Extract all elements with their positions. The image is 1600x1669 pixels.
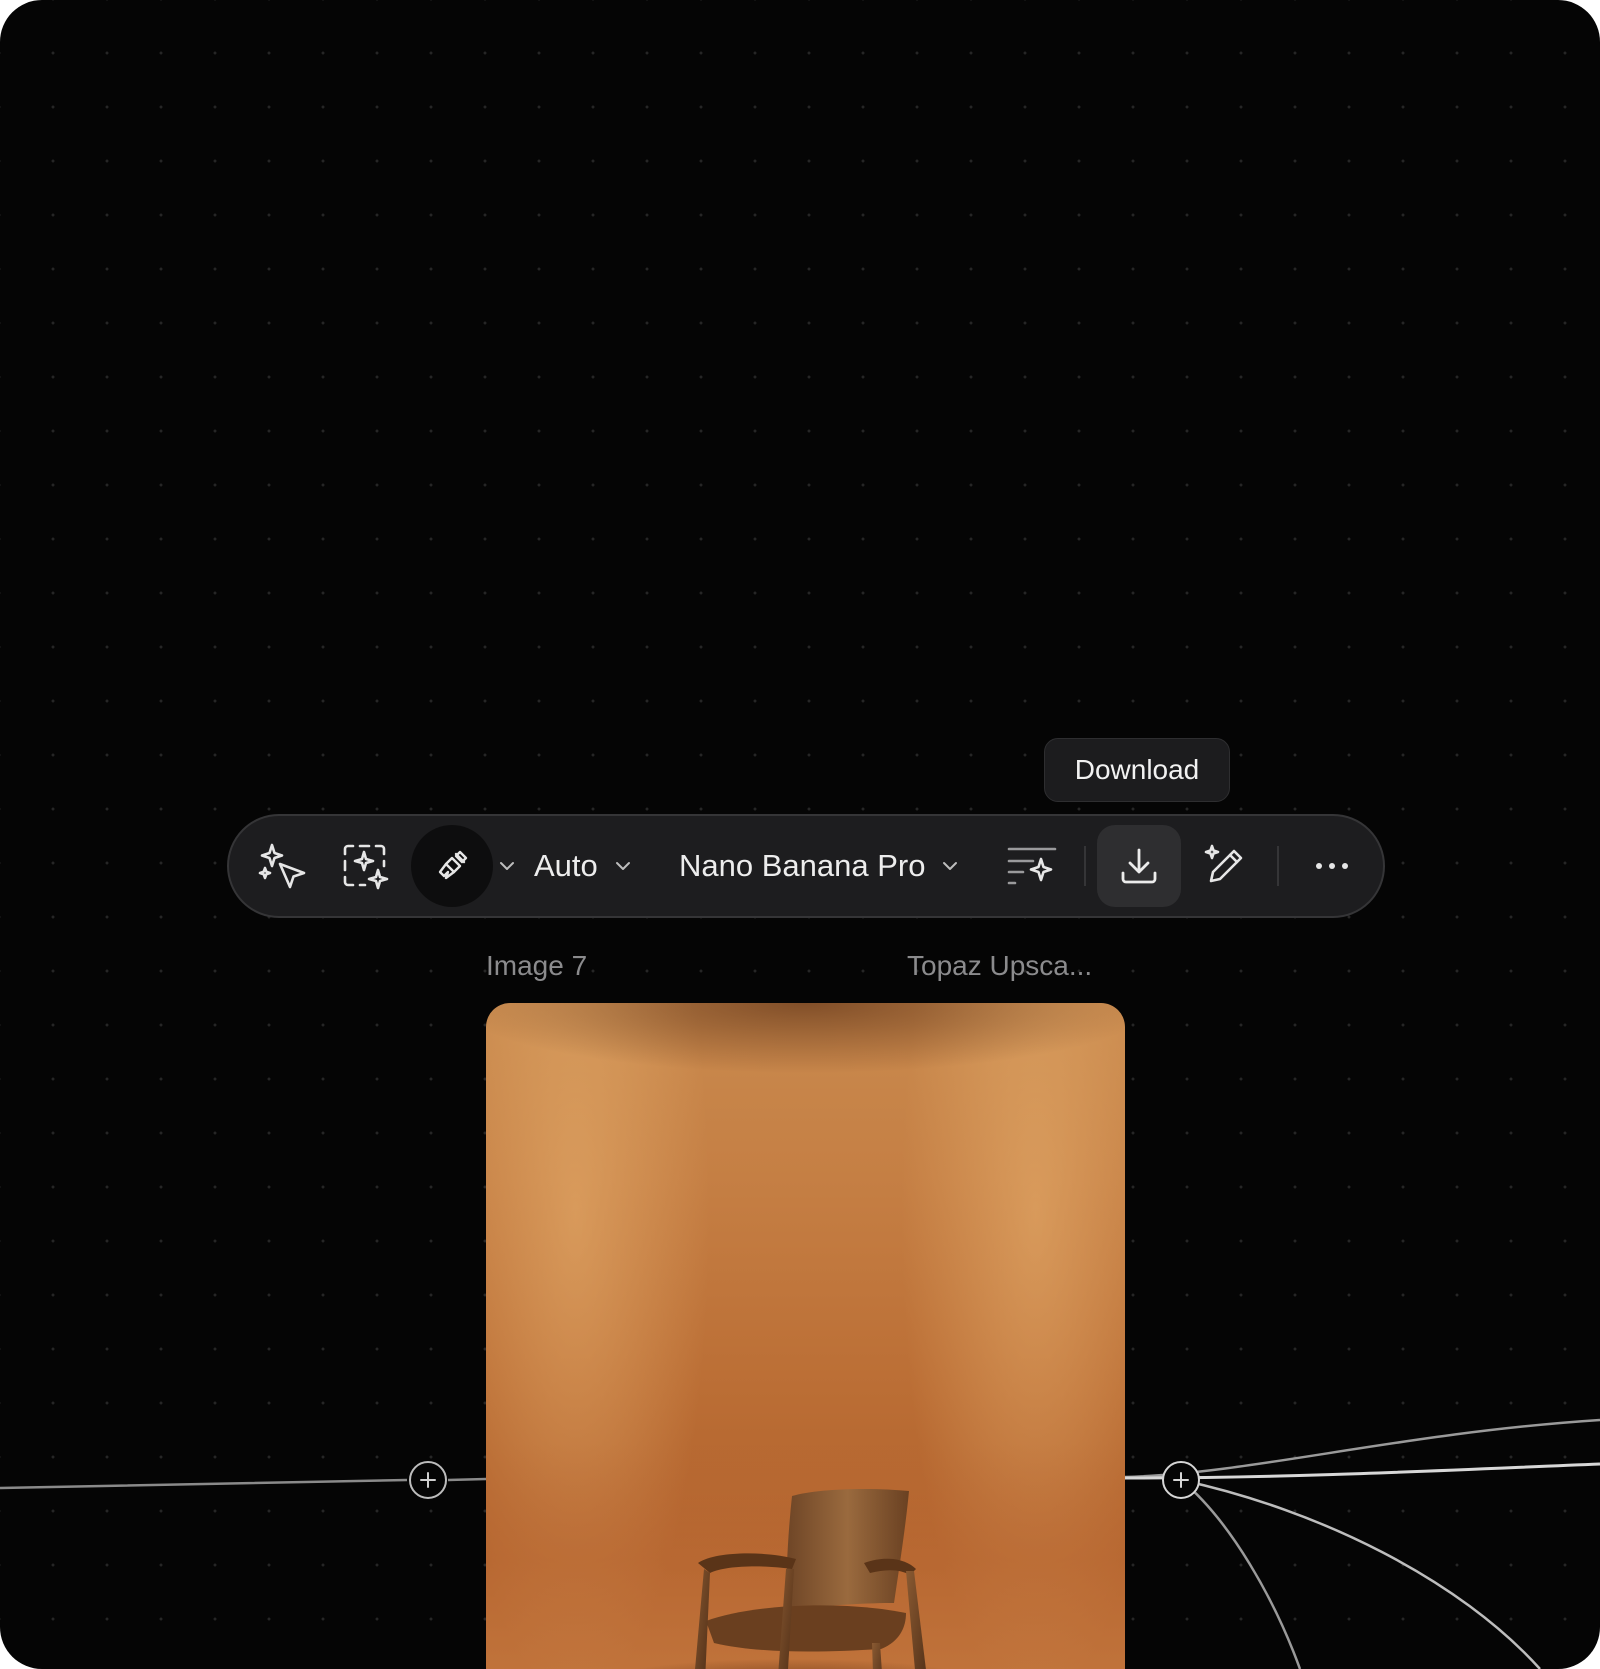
connection-line-input-stub: [447, 1477, 487, 1482]
brush-icon: [438, 850, 468, 880]
chevron-down-icon: [943, 862, 958, 870]
sparkle-select-icon: [343, 844, 389, 890]
model-dropdown[interactable]: Nano Banana Pro: [679, 816, 969, 916]
toolbar-divider: [1277, 846, 1279, 886]
chair-image: [631, 1488, 951, 1669]
download-tooltip: Download: [1044, 738, 1230, 802]
tooltip-text: Download: [1074, 754, 1200, 785]
plus-icon: [1173, 1472, 1189, 1488]
node-source: Topaz Upsca...: [907, 950, 1093, 981]
sparkle-cursor-icon: [258, 843, 306, 889]
connection-line-input: [0, 1478, 408, 1490]
download-icon: [1121, 848, 1157, 884]
toolbar-divider: [1084, 846, 1086, 886]
image-node[interactable]: [486, 1003, 1125, 1669]
plus-icon: [420, 1472, 436, 1488]
aspect-ratio-dropdown[interactable]: Auto: [534, 816, 654, 916]
chevron-down-icon: [615, 862, 630, 870]
more-options-button[interactable]: [1299, 816, 1365, 916]
download-button[interactable]: [1097, 825, 1181, 907]
prompt-enhance-button[interactable]: [995, 816, 1069, 916]
canvas[interactable]: Download Auto Nano Banana Pro Image 7 To…: [0, 0, 1600, 1669]
node-title: Image 7: [486, 950, 588, 981]
prompt-sparkle-icon: [1007, 847, 1057, 885]
region-select-button[interactable]: [333, 816, 397, 916]
edit-sparkle-icon: [1204, 844, 1243, 883]
connection-line-out-3: [1180, 1478, 1541, 1669]
brush-button[interactable]: [411, 825, 493, 907]
chevron-down-icon: [500, 862, 514, 870]
image-toolbar: Auto Nano Banana Pro: [227, 814, 1385, 918]
smart-select-button[interactable]: [251, 816, 315, 916]
add-output-port[interactable]: [1162, 1461, 1200, 1499]
more-icon: [1316, 863, 1348, 869]
add-input-port[interactable]: [409, 1461, 447, 1499]
edit-button[interactable]: [1191, 816, 1261, 916]
aspect-ratio-label: Auto: [534, 848, 598, 883]
model-label: Nano Banana Pro: [679, 848, 926, 883]
brush-options-dropdown[interactable]: [487, 816, 527, 916]
